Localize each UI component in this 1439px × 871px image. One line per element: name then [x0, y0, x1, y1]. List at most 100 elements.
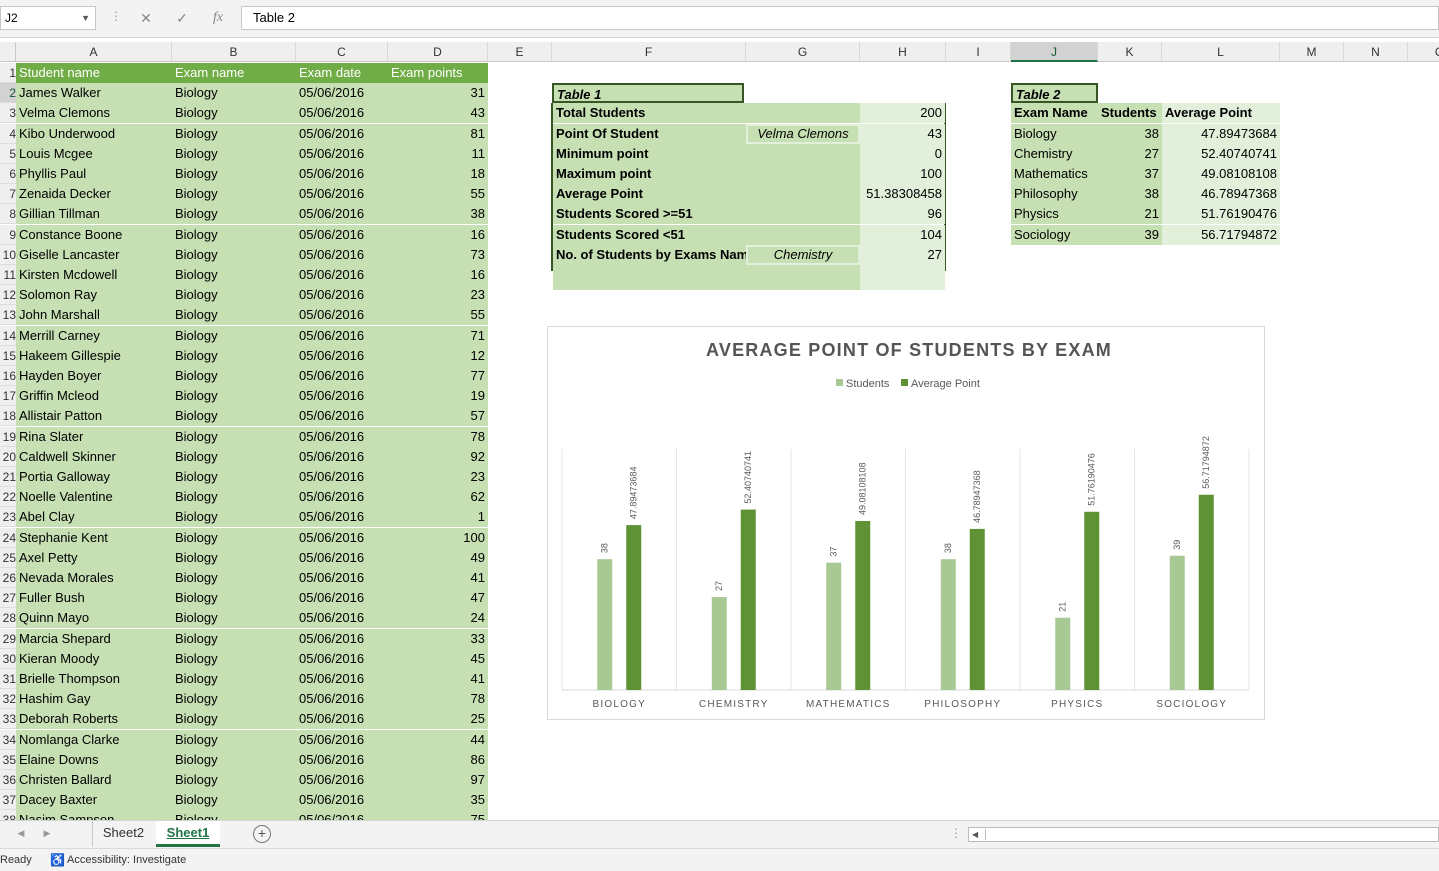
row-header[interactable]: 26 — [0, 568, 16, 588]
row-header[interactable]: 38 — [0, 810, 16, 820]
table2-exam[interactable]: Sociology — [1011, 224, 1098, 245]
table2-exam[interactable]: Chemistry — [1011, 143, 1098, 164]
cell-exam-points[interactable]: 23 — [388, 285, 488, 306]
cell-exam-date[interactable]: 05/06/2016 — [296, 265, 388, 285]
cancel-icon[interactable]: ✕ — [136, 8, 156, 28]
column-title[interactable]: Exam points — [388, 63, 488, 83]
row-header[interactable]: 4 — [0, 123, 16, 144]
table1-label[interactable]: Students Scored <51 — [553, 224, 746, 245]
table1-title[interactable]: Table 1 — [552, 83, 744, 104]
column-header-j[interactable]: J — [1011, 42, 1098, 62]
cell-student-name[interactable]: Brielle Thompson — [16, 669, 172, 689]
table2-average[interactable]: 52.40740741 — [1162, 143, 1280, 164]
table1-input[interactable] — [746, 224, 860, 245]
table1-label[interactable]: No. of Students by Exams Name — [553, 244, 746, 265]
table2-exam[interactable]: Mathematics — [1011, 164, 1098, 184]
row-header[interactable]: 28 — [0, 608, 16, 629]
table2-header[interactable]: Exam Name — [1011, 103, 1098, 124]
table2-students[interactable]: 21 — [1098, 204, 1162, 225]
next-sheet-icon[interactable]: ▶ — [40, 821, 54, 847]
cell-student-name[interactable]: Kieran Moody — [16, 648, 172, 669]
tab-splitter-icon[interactable]: ⋮ — [950, 826, 962, 840]
cell-exam-name[interactable]: Biology — [172, 770, 296, 790]
cell-exam-points[interactable]: 92 — [388, 446, 488, 467]
cell-exam-date[interactable]: 05/06/2016 — [296, 588, 388, 609]
enter-icon[interactable]: ✓ — [172, 8, 192, 28]
cell-exam-name[interactable]: Biology — [172, 507, 296, 528]
cell-exam-points[interactable]: 31 — [388, 83, 488, 104]
cell-exam-date[interactable]: 05/06/2016 — [296, 709, 388, 730]
scroll-thumb[interactable] — [985, 829, 1405, 840]
cell-exam-points[interactable]: 62 — [388, 487, 488, 508]
cell-exam-points[interactable]: 12 — [388, 345, 488, 366]
cell-exam-name[interactable]: Biology — [172, 366, 296, 386]
cell-student-name[interactable]: Elaine Downs — [16, 749, 172, 770]
row-header[interactable]: 37 — [0, 790, 16, 811]
row-header[interactable]: 6 — [0, 164, 16, 184]
cell-exam-date[interactable]: 05/06/2016 — [296, 224, 388, 245]
cell-exam-date[interactable]: 05/06/2016 — [296, 507, 388, 528]
row-header[interactable]: 3 — [0, 103, 16, 124]
cell-exam-name[interactable]: Biology — [172, 123, 296, 144]
cell-exam-points[interactable]: 45 — [388, 648, 488, 669]
cell-exam-name[interactable]: Biology — [172, 588, 296, 609]
table1-input[interactable]: Velma Clemons — [746, 123, 860, 144]
cell-exam-points[interactable]: 71 — [388, 325, 488, 346]
column-header-m[interactable]: M — [1280, 42, 1344, 62]
row-header[interactable]: 23 — [0, 507, 16, 528]
column-title[interactable]: Exam name — [172, 63, 296, 83]
row-header[interactable]: 31 — [0, 669, 16, 689]
cell-exam-date[interactable]: 05/06/2016 — [296, 810, 388, 820]
column-title[interactable]: Exam date — [296, 63, 388, 83]
table2-title[interactable]: Table 2 — [1011, 83, 1098, 104]
cell-exam-name[interactable]: Biology — [172, 749, 296, 770]
cell-exam-name[interactable]: Biology — [172, 446, 296, 467]
row-header[interactable]: 15 — [0, 345, 16, 366]
column-header-l[interactable]: L — [1162, 42, 1280, 62]
cell-exam-date[interactable]: 05/06/2016 — [296, 426, 388, 447]
cell-exam-name[interactable]: Biology — [172, 689, 296, 710]
row-header[interactable]: 8 — [0, 204, 16, 225]
cell-exam-name[interactable]: Biology — [172, 265, 296, 285]
table1-input[interactable] — [746, 103, 860, 124]
cell-exam-date[interactable]: 05/06/2016 — [296, 184, 388, 205]
cell-exam-date[interactable]: 05/06/2016 — [296, 285, 388, 306]
table2-students[interactable]: 37 — [1098, 164, 1162, 184]
table2-average[interactable]: 56.71794872 — [1162, 224, 1280, 245]
cell-student-name[interactable]: John Marshall — [16, 305, 172, 326]
cell-exam-name[interactable]: Biology — [172, 285, 296, 306]
cell-student-name[interactable]: Constance Boone — [16, 224, 172, 245]
cell-exam-name[interactable]: Biology — [172, 305, 296, 326]
row-header[interactable]: 2 — [0, 83, 16, 104]
row-header[interactable]: 13 — [0, 305, 16, 326]
cell-exam-name[interactable]: Biology — [172, 143, 296, 164]
cell-student-name[interactable]: Christen Ballard — [16, 770, 172, 790]
name-box[interactable]: J2 ▼ — [0, 6, 96, 30]
table2-students[interactable]: 39 — [1098, 224, 1162, 245]
cell-student-name[interactable]: Zenaida Decker — [16, 184, 172, 205]
cell-exam-points[interactable]: 78 — [388, 426, 488, 447]
table1-input[interactable] — [746, 184, 860, 205]
row-header[interactable]: 7 — [0, 184, 16, 205]
cell-student-name[interactable]: Hakeem Gillespie — [16, 345, 172, 366]
cell-exam-date[interactable]: 05/06/2016 — [296, 103, 388, 124]
row-header[interactable]: 33 — [0, 709, 16, 730]
table1-input[interactable] — [746, 164, 860, 184]
row-header[interactable]: 18 — [0, 406, 16, 427]
tab-sheet2[interactable]: Sheet2 — [92, 821, 154, 847]
cell-student-name[interactable]: Nomlanga Clarke — [16, 729, 172, 750]
insert-function-icon[interactable]: fx — [208, 8, 228, 28]
table1-value[interactable]: 43 — [860, 123, 945, 144]
cell-exam-name[interactable]: Biology — [172, 527, 296, 548]
column-header-a[interactable]: A — [16, 42, 172, 62]
cell-exam-date[interactable]: 05/06/2016 — [296, 689, 388, 710]
table1-value[interactable]: 27 — [860, 244, 945, 265]
cell-exam-date[interactable]: 05/06/2016 — [296, 749, 388, 770]
cell-exam-date[interactable]: 05/06/2016 — [296, 568, 388, 588]
table1-input[interactable]: Chemistry — [746, 244, 860, 265]
cell-student-name[interactable]: Merrill Carney — [16, 325, 172, 346]
cell-exam-date[interactable]: 05/06/2016 — [296, 770, 388, 790]
cell-exam-points[interactable]: 73 — [388, 244, 488, 265]
cell-exam-date[interactable]: 05/06/2016 — [296, 143, 388, 164]
cell-exam-name[interactable]: Biology — [172, 83, 296, 104]
